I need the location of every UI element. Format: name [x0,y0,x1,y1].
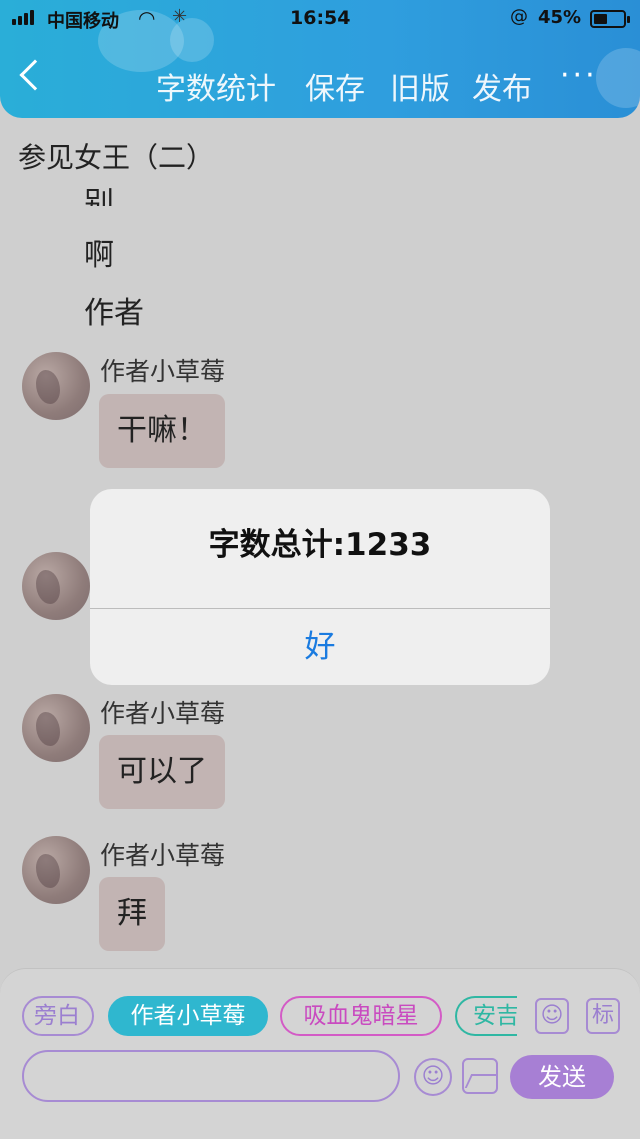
word-count-button[interactable]: 字数统计 [156,64,276,108]
signal-icon [12,10,34,25]
speaker-name: 作者小草莓 [100,699,226,728]
role-chip-author[interactable]: 作者小草莓 [108,996,268,1036]
message-bubble[interactable]: 拜 [99,877,165,951]
battery-percent: 45% [538,7,582,28]
battery-icon [590,10,630,28]
narration-line[interactable]: 作者 [84,288,144,332]
document-title: 参见女王（二） [18,141,215,174]
alert-divider [90,608,550,609]
narration-line[interactable]: 啊 [84,230,114,274]
emoji-icon[interactable]: ☺ [414,1058,452,1096]
save-button[interactable]: 保存 [305,64,365,108]
battery-fill [594,14,607,24]
message-bubble[interactable]: 可以了 [99,735,225,809]
role-chip-narration[interactable]: 旁白 [22,996,94,1036]
status-bar: 中国移动 ◠ ✳ 16:54 @ 45% [0,6,640,32]
avatar[interactable] [22,552,90,620]
back-chevron-icon[interactable] [19,59,51,91]
word-count-alert: 字数总计:1233 好 [90,489,550,685]
clock-time: 16:54 [290,7,351,29]
avatar[interactable] [22,352,90,420]
loading-icon: ✳ [172,6,188,27]
role-chip-partial[interactable]: 安吉 [455,996,517,1036]
send-button[interactable]: 发送 [510,1055,614,1099]
role-chip-vampire[interactable]: 吸血鬼暗星 [280,996,442,1036]
decor-bubble [596,48,640,108]
message-bubble[interactable]: 干嘛！ [99,394,225,468]
orientation-lock-icon: @ [510,6,528,27]
message-input[interactable] [22,1050,400,1102]
more-icon[interactable]: ··· [560,58,598,93]
old-version-button[interactable]: 旧版 [390,64,450,108]
tag-button[interactable]: 标 [586,998,620,1034]
user-card-icon[interactable]: ☺ [535,998,569,1034]
publish-button[interactable]: 发布 [472,64,532,108]
wifi-icon: ◠ [138,6,156,30]
speaker-name: 作者小草莓 [100,357,226,386]
image-icon[interactable] [462,1058,498,1094]
avatar[interactable] [22,694,90,762]
avatar[interactable] [22,836,90,904]
alert-title: 字数总计:1233 [208,527,432,563]
alert-ok-button[interactable]: 好 [90,610,550,685]
carrier-label: 中国移动 [47,11,119,32]
app-header: 中国移动 ◠ ✳ 16:54 @ 45% 字数统计 保存 旧版 发布 ··· [0,0,640,118]
speaker-name: 作者小草莓 [100,841,226,870]
narration-line[interactable]: 别 [84,178,114,206]
